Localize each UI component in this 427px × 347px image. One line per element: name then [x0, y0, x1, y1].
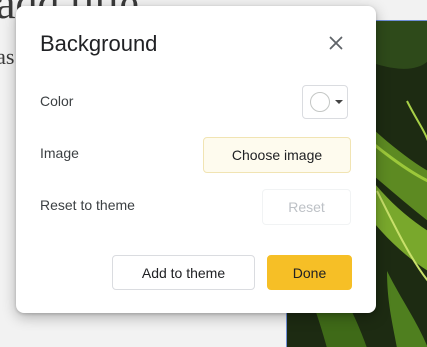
- image-label: Image: [40, 145, 79, 161]
- choose-image-button[interactable]: Choose image: [203, 137, 351, 173]
- background-dialog: Background Color Image Choose image Rese…: [16, 6, 376, 313]
- chevron-down-icon: [335, 100, 343, 104]
- color-picker-button[interactable]: [302, 85, 348, 119]
- close-icon: [329, 36, 343, 50]
- add-to-theme-button[interactable]: Add to theme: [112, 255, 255, 290]
- color-swatch: [310, 92, 330, 112]
- done-button[interactable]: Done: [267, 255, 352, 290]
- dialog-title: Background: [40, 31, 158, 56]
- reset-button[interactable]: Reset: [262, 189, 351, 225]
- close-button[interactable]: [323, 30, 349, 56]
- color-label: Color: [40, 93, 74, 109]
- reset-to-theme-label: Reset to theme: [40, 197, 135, 213]
- slide-subtitle-placeholder: tas: [0, 44, 15, 69]
